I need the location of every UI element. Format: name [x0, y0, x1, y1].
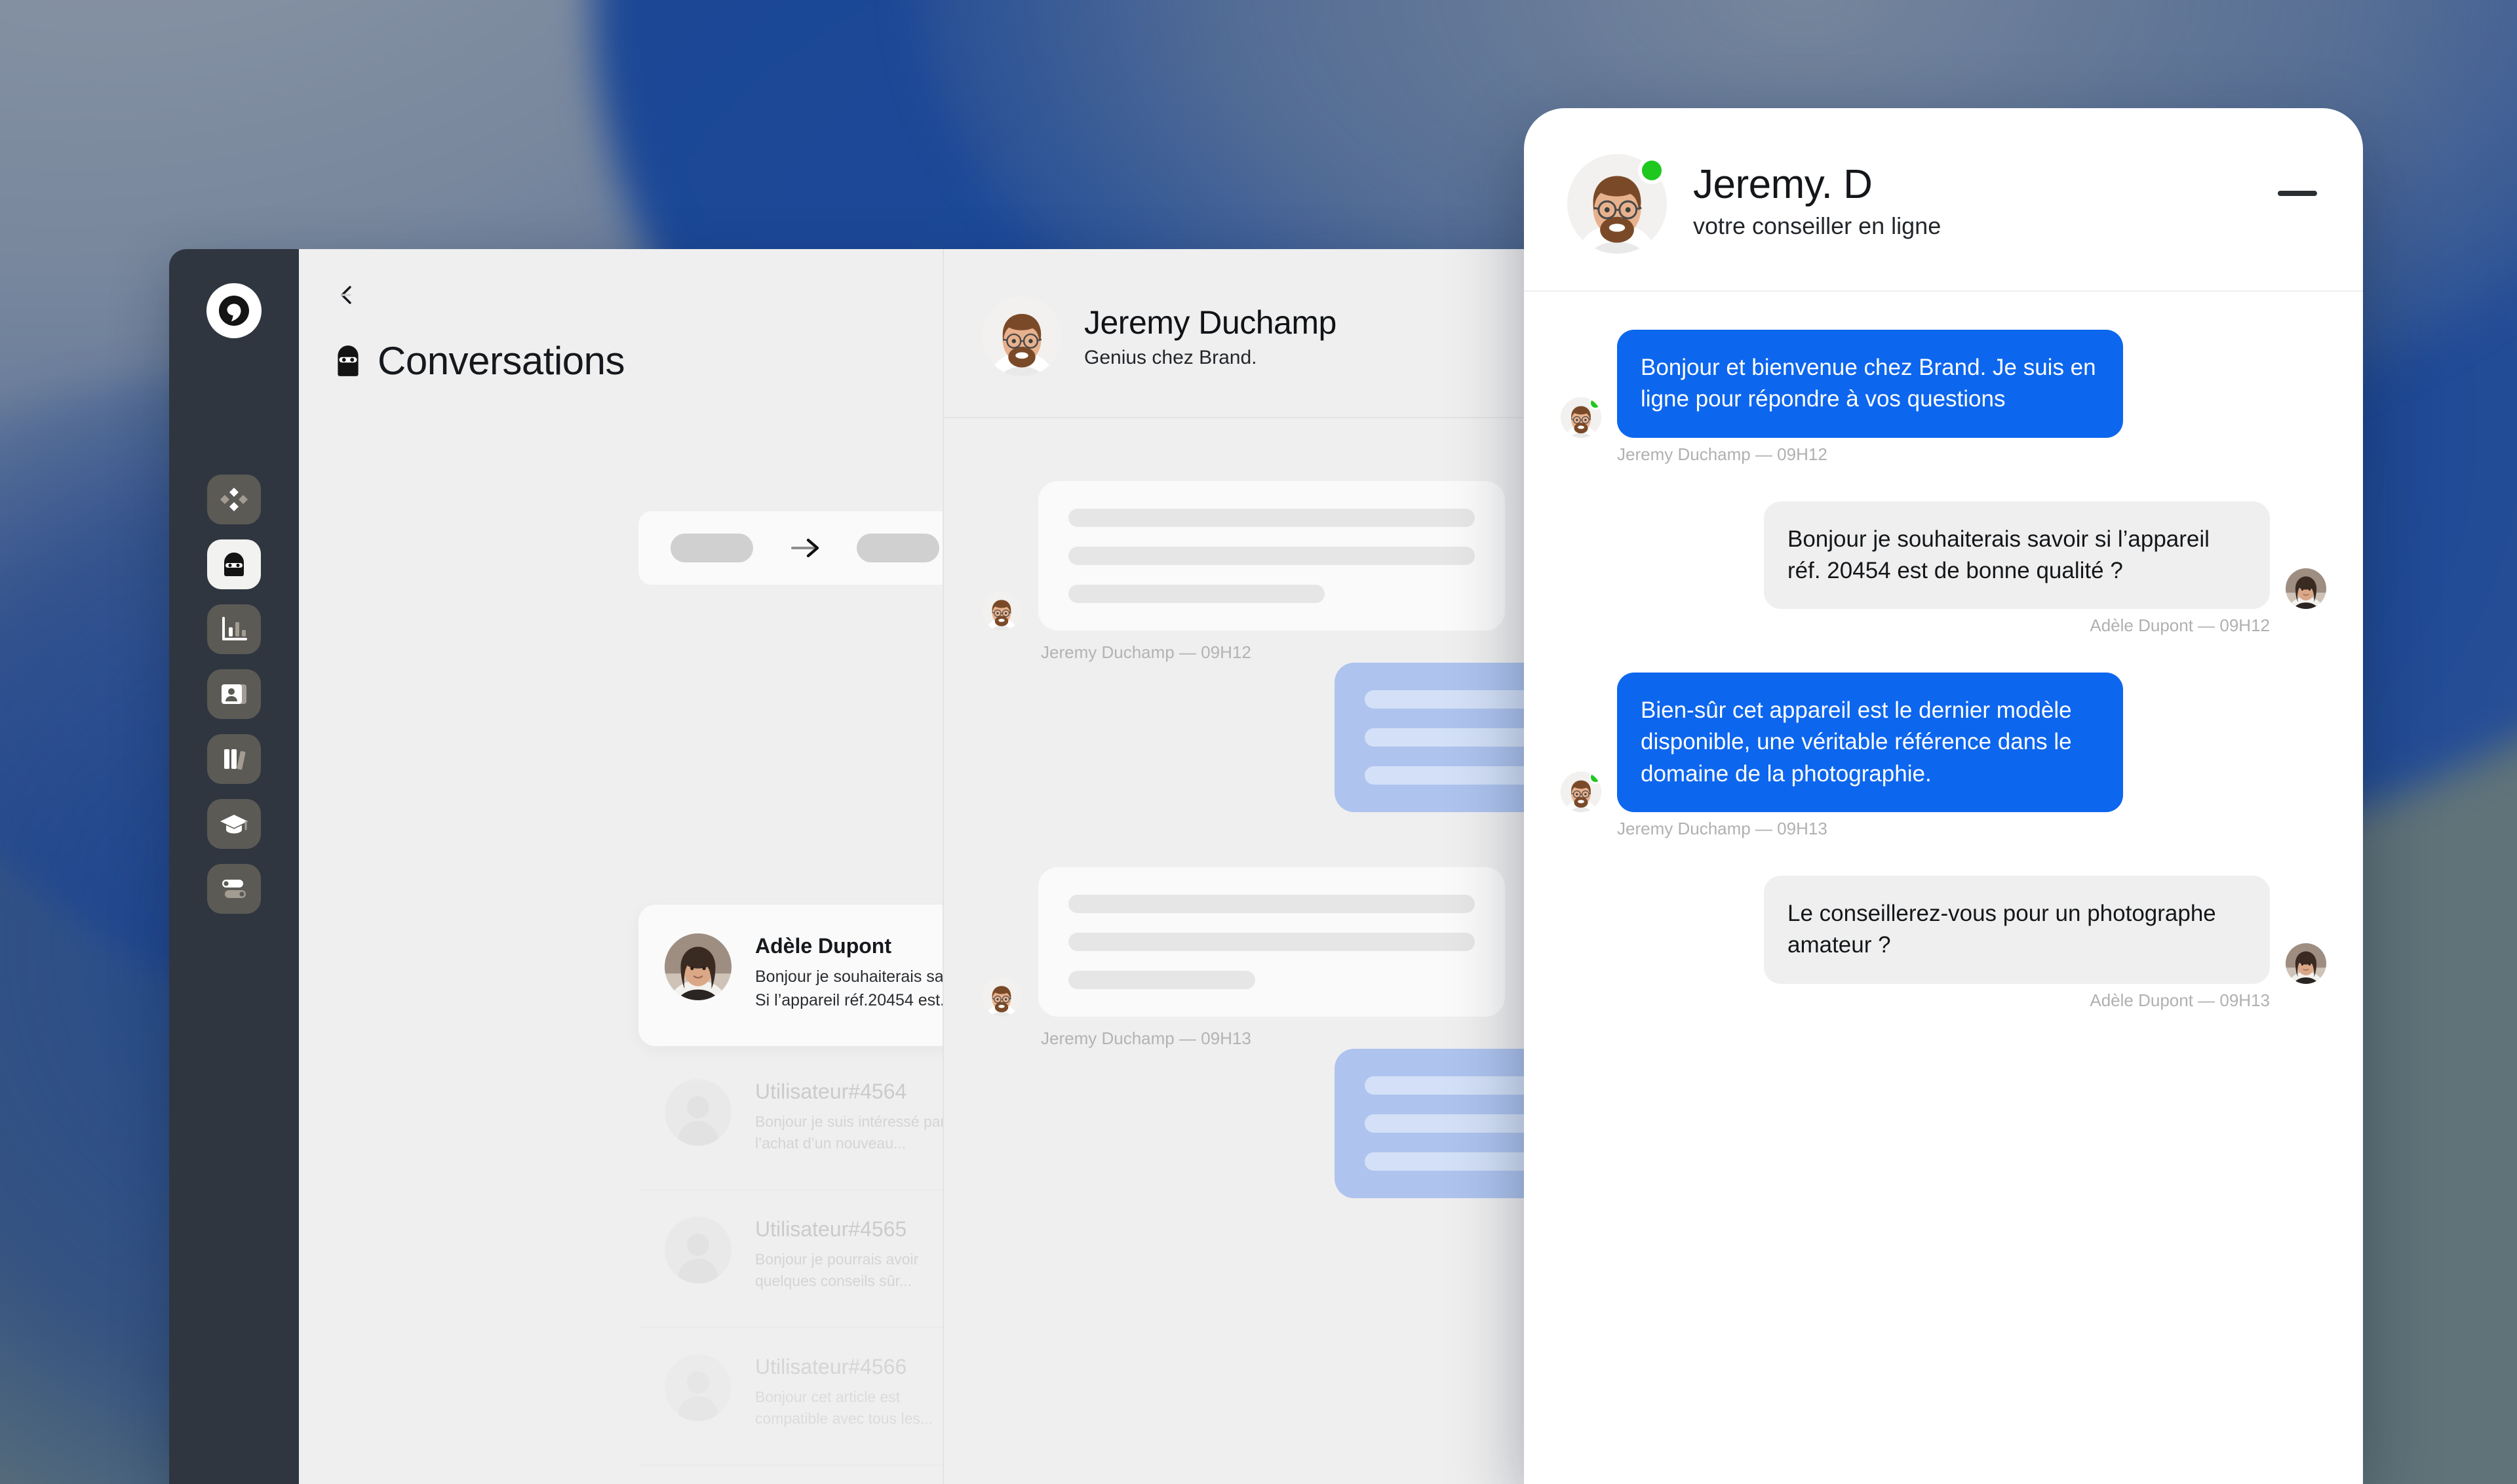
toggles-icon	[219, 878, 249, 900]
page-title: Conversations	[333, 338, 625, 383]
chat-widget-messages: Bonjour et bienvenue chez Brand. Je suis…	[1524, 292, 2363, 1484]
skeleton-line	[1068, 971, 1256, 989]
dashboard-grid-icon	[220, 486, 248, 513]
message-meta: Jeremy Duchamp — 09H13	[1617, 819, 1827, 839]
sidebar-item-academy[interactable]	[207, 799, 261, 849]
message-bubble-user: Le conseillerez-vous pour un photographe…	[1764, 876, 2270, 984]
skeleton-line	[1068, 547, 1475, 565]
chat-contact-role: Genius chez Brand.	[1084, 347, 1257, 368]
arrow-left-icon[interactable]	[333, 281, 362, 309]
sidebar-item-settings[interactable]	[207, 864, 261, 914]
filter-from-placeholder	[671, 534, 753, 562]
filter-range-control[interactable]	[638, 511, 971, 585]
nav-rail	[169, 249, 299, 1484]
sidebar-item-conversations[interactable]	[207, 539, 261, 589]
message-meta: Adèle Dupont — 09H12	[2090, 615, 2270, 636]
graduation-cap-icon	[219, 813, 249, 835]
avatar-placeholder	[665, 1354, 732, 1421]
message-meta: Jeremy Duchamp — 09H12	[1617, 444, 1827, 464]
books-library-icon	[220, 746, 248, 772]
avatar-placeholder	[665, 1217, 732, 1283]
message-meta: Adèle Dupont — 09H13	[2090, 990, 2270, 1010]
sidebar-item-analytics[interactable]	[207, 604, 261, 654]
skeleton-bubble	[1038, 867, 1505, 1017]
agent-avatar-wrap	[1567, 154, 1667, 254]
arrow-right-icon	[790, 537, 820, 559]
avatar	[982, 977, 1021, 1017]
page-title-label: Conversations	[378, 339, 625, 383]
message-row-user: Bonjour je souhaiterais savoir si l’appa…	[1561, 501, 2326, 610]
avatar	[2286, 943, 2326, 984]
sidebar-item-contacts[interactable]	[207, 669, 261, 719]
avatar	[982, 296, 1062, 376]
dashboard-window: Conversations Adèle Dupont Bonjour je so…	[169, 249, 1683, 1484]
ninja-mask-icon	[333, 344, 363, 378]
sidebar-item-helpdesk[interactable]	[207, 734, 261, 784]
avatar-placeholder	[665, 1079, 732, 1146]
message-bubble-agent: Bonjour et bienvenue chez Brand. Je suis…	[1617, 330, 2123, 438]
message-row-agent: Bonjour et bienvenue chez Brand. Je suis…	[1561, 330, 2326, 438]
chat-widget: Jeremy. D votre conseiller en ligne Bonj…	[1524, 108, 2363, 1484]
minimize-icon[interactable]	[2278, 191, 2317, 196]
avatar	[1561, 771, 1601, 813]
avatar	[1561, 397, 1601, 438]
conversations-panel: Conversations Adèle Dupont Bonjour je so…	[299, 249, 1221, 1484]
message-bubble-agent: Bien-sûr cet appareil est le dernier mod…	[1617, 673, 2123, 813]
nav-rail-items	[207, 475, 261, 914]
skeleton-line	[1068, 509, 1475, 527]
ninja-mask-icon	[220, 550, 248, 579]
skeleton-line	[1068, 585, 1325, 603]
status-dot-online	[1589, 771, 1601, 785]
avatar	[982, 591, 1021, 631]
message-bubble-user: Bonjour je souhaiterais savoir si l’appa…	[1764, 501, 2270, 610]
agent-name: Jeremy. D	[1693, 162, 1873, 207]
chat-contact-name: Jeremy Duchamp	[1084, 304, 1337, 341]
message-row-user: Le conseillerez-vous pour un photographe…	[1561, 876, 2326, 984]
bar-chart-icon	[220, 615, 248, 643]
message-row-agent: Bien-sûr cet appareil est le dernier mod…	[1561, 673, 2326, 813]
avatar	[2286, 568, 2326, 610]
status-dot-online	[1589, 397, 1601, 410]
skeleton-line	[1068, 933, 1475, 951]
contact-card-icon	[220, 682, 248, 706]
filter-to-placeholder	[857, 534, 939, 562]
status-badge-online	[1638, 157, 1666, 184]
agent-subtitle: votre conseiller en ligne	[1693, 212, 1941, 240]
skeleton-line	[1068, 895, 1475, 913]
crisp-logo-icon[interactable]	[206, 283, 262, 338]
chat-widget-header: Jeremy. D votre conseiller en ligne	[1524, 108, 2363, 292]
sidebar-item-dashboard[interactable]	[207, 475, 261, 524]
skeleton-bubble	[1038, 481, 1505, 631]
avatar	[665, 933, 732, 1000]
